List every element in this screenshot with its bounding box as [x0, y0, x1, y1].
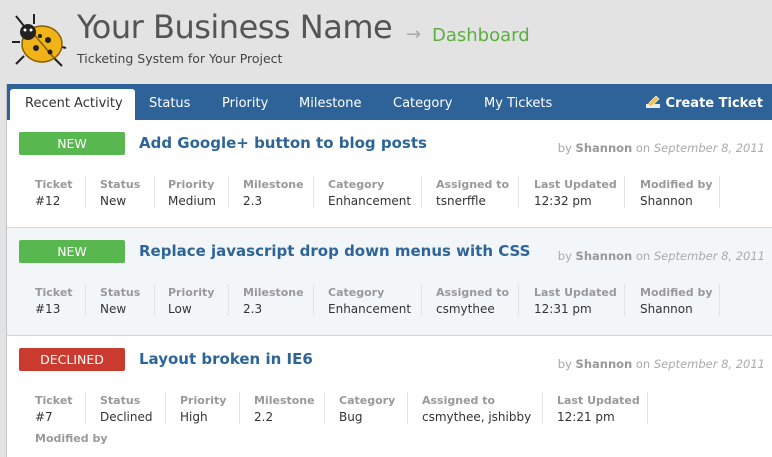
ticket-date: September 8, 2011 [653, 357, 765, 371]
field-ticket: Ticket #12 [35, 178, 73, 208]
field-milestone: Milestone 2.2 [254, 394, 315, 424]
status-badge: DECLINED [19, 348, 125, 371]
field-last-updated: Last Updated 12:31 pm [534, 286, 617, 316]
ticket-title-link[interactable]: Layout broken in IE6 [139, 350, 313, 368]
ticket-title-link[interactable]: Replace javascript drop down menus with … [139, 242, 530, 260]
create-ticket-label: Create Ticket [665, 96, 763, 111]
status-badge: NEW [19, 240, 125, 263]
ticket-date: September 8, 2011 [653, 141, 765, 155]
on-prefix: on [635, 357, 651, 371]
brand-title: Your Business Name [77, 8, 393, 46]
tab-priority[interactable]: Priority [222, 96, 268, 111]
ticket-byline: by Shannon on September 8, 2011 [558, 249, 765, 263]
field-assigned-to: Assigned to csmythee [436, 286, 510, 316]
field-modified-by: Modified by Shannon [640, 286, 713, 316]
field-status: Status New [100, 178, 141, 208]
pencil-icon [645, 96, 660, 108]
ticket-author: Shannon [575, 249, 633, 263]
field-modified-by: Modified by Shannon [640, 178, 713, 208]
create-ticket-button[interactable]: Create Ticket [645, 96, 763, 111]
breadcrumb-arrow: → [406, 24, 422, 45]
field-ticket: Ticket #13 [35, 286, 73, 316]
ticket-byline: by Shannon on September 8, 2011 [558, 141, 765, 155]
ticket-date: September 8, 2011 [653, 249, 765, 263]
status-badge: NEW [19, 132, 125, 155]
field-ticket: Ticket #7 [35, 394, 73, 424]
field-priority: Priority Medium [168, 178, 216, 208]
ticket-item[interactable]: DECLINED Layout broken in IE6 by Shannon… [7, 336, 772, 457]
tab-status[interactable]: Status [149, 96, 190, 111]
header: Your Business Name → Dashboard Ticketing… [0, 0, 772, 84]
field-status: Status Declined [100, 394, 153, 424]
brand-subtitle: Ticketing System for Your Project [77, 51, 283, 66]
by-prefix: by [557, 141, 572, 155]
field-category: Category Enhancement [328, 286, 412, 316]
field-last-updated: Last Updated 12:32 pm [534, 178, 617, 208]
field-status: Status New [100, 286, 141, 316]
tab-bar: Recent Activity Status Priority Mileston… [7, 84, 772, 120]
field-milestone: Milestone 2.3 [243, 286, 304, 316]
tab-milestone[interactable]: Milestone [299, 96, 362, 111]
on-prefix: on [635, 249, 651, 263]
by-prefix: by [557, 357, 572, 371]
breadcrumb-page[interactable]: Dashboard [432, 25, 530, 46]
field-assigned-to: Assigned to tsnerffle [436, 178, 510, 208]
tab-recent-activity[interactable]: Recent Activity [10, 89, 135, 120]
ticket-byline: by Shannon on September 8, 2011 [558, 357, 765, 371]
by-prefix: by [557, 249, 572, 263]
ticket-item[interactable]: NEW Replace javascript drop down menus w… [7, 228, 772, 336]
field-priority: Priority Low [168, 286, 215, 316]
tab-category[interactable]: Category [393, 96, 452, 111]
field-modified-by: Modified by [35, 432, 108, 445]
field-milestone: Milestone 2.3 [243, 178, 304, 208]
field-category: Category Enhancement [328, 178, 412, 208]
ladybug-logo-icon[interactable] [10, 12, 68, 68]
field-assigned-to: Assigned to csmythee, jshibby [422, 394, 532, 424]
main-panel: Recent Activity Status Priority Mileston… [6, 84, 772, 457]
field-last-updated: Last Updated 12:21 pm [557, 394, 640, 424]
ticket-title-link[interactable]: Add Google+ button to blog posts [139, 134, 427, 152]
field-priority: Priority High [180, 394, 227, 424]
ticket-author: Shannon [575, 141, 633, 155]
tab-my-tickets[interactable]: My Tickets [484, 96, 552, 111]
ticket-item[interactable]: NEW Add Google+ button to blog posts by … [7, 120, 772, 228]
on-prefix: on [635, 141, 651, 155]
field-category: Category Bug [339, 394, 396, 424]
ticket-author: Shannon [575, 357, 633, 371]
